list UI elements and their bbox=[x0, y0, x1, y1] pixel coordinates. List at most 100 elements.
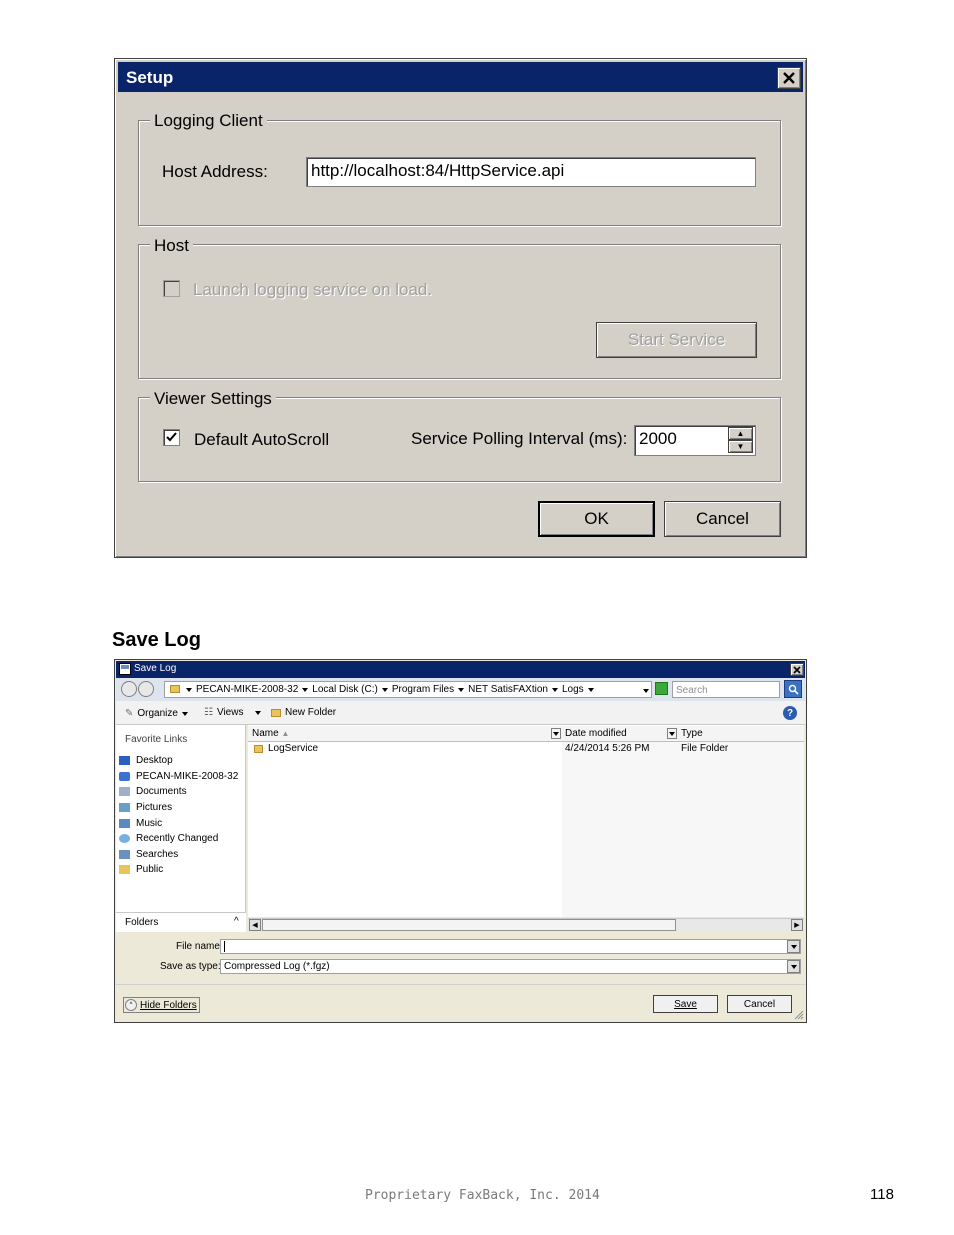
file-name-input[interactable] bbox=[220, 939, 801, 954]
close-icon bbox=[783, 72, 795, 84]
column-name-filter[interactable] bbox=[551, 728, 561, 739]
breadcrumb-item[interactable]: NET SatisFAXtion bbox=[468, 684, 548, 695]
address-dropdown-icon[interactable] bbox=[643, 689, 649, 693]
chevron-up-icon: ^ bbox=[234, 916, 239, 927]
save-type-value: Compressed Log (*.fgz) bbox=[224, 961, 330, 972]
save-log-titlebar: Save Log bbox=[116, 661, 805, 678]
views-icon: ☷ bbox=[204, 707, 213, 718]
breadcrumb-item[interactable]: Logs bbox=[562, 684, 584, 695]
chevron-down-icon bbox=[381, 687, 388, 692]
save-button[interactable]: Save bbox=[653, 995, 718, 1013]
resize-grip-icon[interactable] bbox=[794, 1010, 804, 1020]
folder-icon bbox=[170, 685, 180, 693]
favorite-item-pictures[interactable]: Pictures bbox=[119, 800, 244, 816]
chevron-down-icon bbox=[551, 687, 558, 692]
save-type-dropdown[interactable] bbox=[787, 960, 800, 973]
chevron-down-icon bbox=[181, 711, 188, 716]
column-name-label: Name bbox=[252, 728, 279, 739]
searches-icon bbox=[119, 849, 130, 859]
save-type-label: Save as type: bbox=[160, 961, 221, 972]
favorite-item-recently-changed[interactable]: Recently Changed bbox=[119, 831, 244, 847]
favorite-item-documents[interactable]: Documents bbox=[119, 784, 244, 800]
pictures-icon bbox=[119, 803, 130, 813]
breadcrumb-item[interactable]: PECAN-MIKE-2008-32 bbox=[196, 684, 298, 695]
back-button[interactable] bbox=[121, 681, 137, 697]
favorite-label: Pictures bbox=[136, 802, 173, 814]
chevron-down-icon bbox=[255, 710, 262, 715]
save-log-close-button[interactable] bbox=[790, 663, 804, 676]
favorites-list: Desktop PECAN-MIKE-2008-32 Documents Pic… bbox=[119, 753, 244, 878]
folders-toggle[interactable]: Folders ^ bbox=[116, 912, 246, 932]
close-button[interactable] bbox=[777, 67, 801, 89]
favorite-label: Desktop bbox=[136, 755, 173, 767]
text-cursor bbox=[224, 941, 225, 952]
favorite-item-computer[interactable]: PECAN-MIKE-2008-32 bbox=[119, 769, 244, 785]
scrollbar-thumb[interactable] bbox=[262, 919, 676, 931]
column-type[interactable]: Type bbox=[681, 728, 703, 739]
row-type: File Folder bbox=[681, 743, 729, 754]
spinner-up-button[interactable]: ▲ bbox=[728, 427, 753, 440]
address-bar[interactable]: PECAN-MIKE-2008-32 Local Disk (C:) Progr… bbox=[164, 681, 652, 698]
organize-button[interactable]: ✎ Organize bbox=[125, 708, 188, 719]
save-type-select[interactable]: Compressed Log (*.fgz) bbox=[220, 959, 801, 974]
setup-titlebar: Setup bbox=[118, 62, 803, 92]
desktop-icon bbox=[119, 756, 130, 766]
search-button[interactable] bbox=[784, 680, 802, 698]
column-headers bbox=[248, 726, 804, 742]
launch-service-checkbox[interactable] bbox=[163, 280, 180, 297]
chevron-down-icon bbox=[587, 687, 594, 692]
favorite-item-desktop[interactable]: Desktop bbox=[119, 753, 244, 769]
recently-changed-icon bbox=[119, 834, 130, 844]
breadcrumb-item[interactable]: Program Files bbox=[392, 684, 454, 695]
help-icon[interactable]: ? bbox=[783, 706, 797, 720]
cancel-button[interactable]: Cancel bbox=[727, 995, 792, 1013]
scroll-left-button[interactable]: ◀ bbox=[249, 919, 261, 931]
breadcrumb-item[interactable]: Local Disk (C:) bbox=[312, 684, 378, 695]
hide-folders-button[interactable]: ^ Hide Folders bbox=[123, 997, 200, 1013]
spinner-down-button[interactable]: ▼ bbox=[728, 440, 753, 453]
save-label: Save bbox=[674, 998, 697, 1010]
documents-icon bbox=[119, 787, 130, 797]
refresh-icon[interactable] bbox=[655, 682, 668, 695]
scroll-right-button[interactable]: ▶ bbox=[791, 919, 803, 931]
forward-button[interactable] bbox=[138, 681, 154, 697]
host-group bbox=[138, 244, 781, 379]
table-row[interactable]: LogService 4/24/2014 5:26 PM File Folder bbox=[252, 743, 802, 757]
autoscroll-checkbox[interactable] bbox=[163, 429, 180, 446]
viewer-settings-legend: Viewer Settings bbox=[150, 389, 276, 409]
page-number: 118 bbox=[870, 1186, 894, 1203]
network-icon bbox=[119, 771, 130, 781]
search-input[interactable]: Search bbox=[672, 681, 780, 698]
favorite-label: Recently Changed bbox=[136, 833, 219, 845]
new-folder-button[interactable]: New Folder bbox=[271, 707, 336, 718]
host-address-label: Host Address: bbox=[162, 162, 268, 181]
cancel-button[interactable]: Cancel bbox=[664, 501, 781, 537]
folders-label: Folders bbox=[125, 917, 159, 928]
search-placeholder: Search bbox=[676, 685, 708, 696]
column-date-filter[interactable] bbox=[667, 728, 677, 739]
chevron-down-icon bbox=[186, 687, 192, 692]
ok-button[interactable]: OK bbox=[538, 501, 655, 537]
organize-icon: ✎ bbox=[125, 708, 134, 719]
close-icon bbox=[793, 665, 801, 674]
host-address-input[interactable]: http://localhost:84/HttpService.api bbox=[306, 157, 756, 187]
new-folder-label: New Folder bbox=[285, 707, 337, 718]
footer-text: Proprietary FaxBack, Inc. 2014 bbox=[365, 1188, 600, 1203]
checkmark-icon bbox=[166, 432, 177, 442]
views-button[interactable]: ☷ Views bbox=[204, 707, 262, 718]
favorite-item-public[interactable]: Public bbox=[119, 862, 244, 878]
favorite-item-music[interactable]: Music bbox=[119, 815, 244, 831]
arrow-right-icon: ▶ bbox=[794, 922, 800, 929]
start-service-button[interactable]: Start Service bbox=[596, 322, 757, 358]
favorite-label: Documents bbox=[136, 786, 187, 798]
polling-interval-value: 2000 bbox=[639, 429, 677, 448]
column-date-modified[interactable]: Date modified bbox=[565, 728, 627, 739]
column-name[interactable]: Name ▲ bbox=[252, 728, 289, 739]
spin-down-icon: ▼ bbox=[736, 442, 745, 451]
favorite-item-searches[interactable]: Searches bbox=[119, 847, 244, 863]
file-name-dropdown[interactable] bbox=[787, 940, 800, 953]
search-icon bbox=[788, 684, 799, 695]
music-icon bbox=[119, 818, 130, 828]
favorite-links-label: Favorite Links bbox=[125, 734, 188, 745]
organize-label: Organize bbox=[137, 708, 178, 719]
